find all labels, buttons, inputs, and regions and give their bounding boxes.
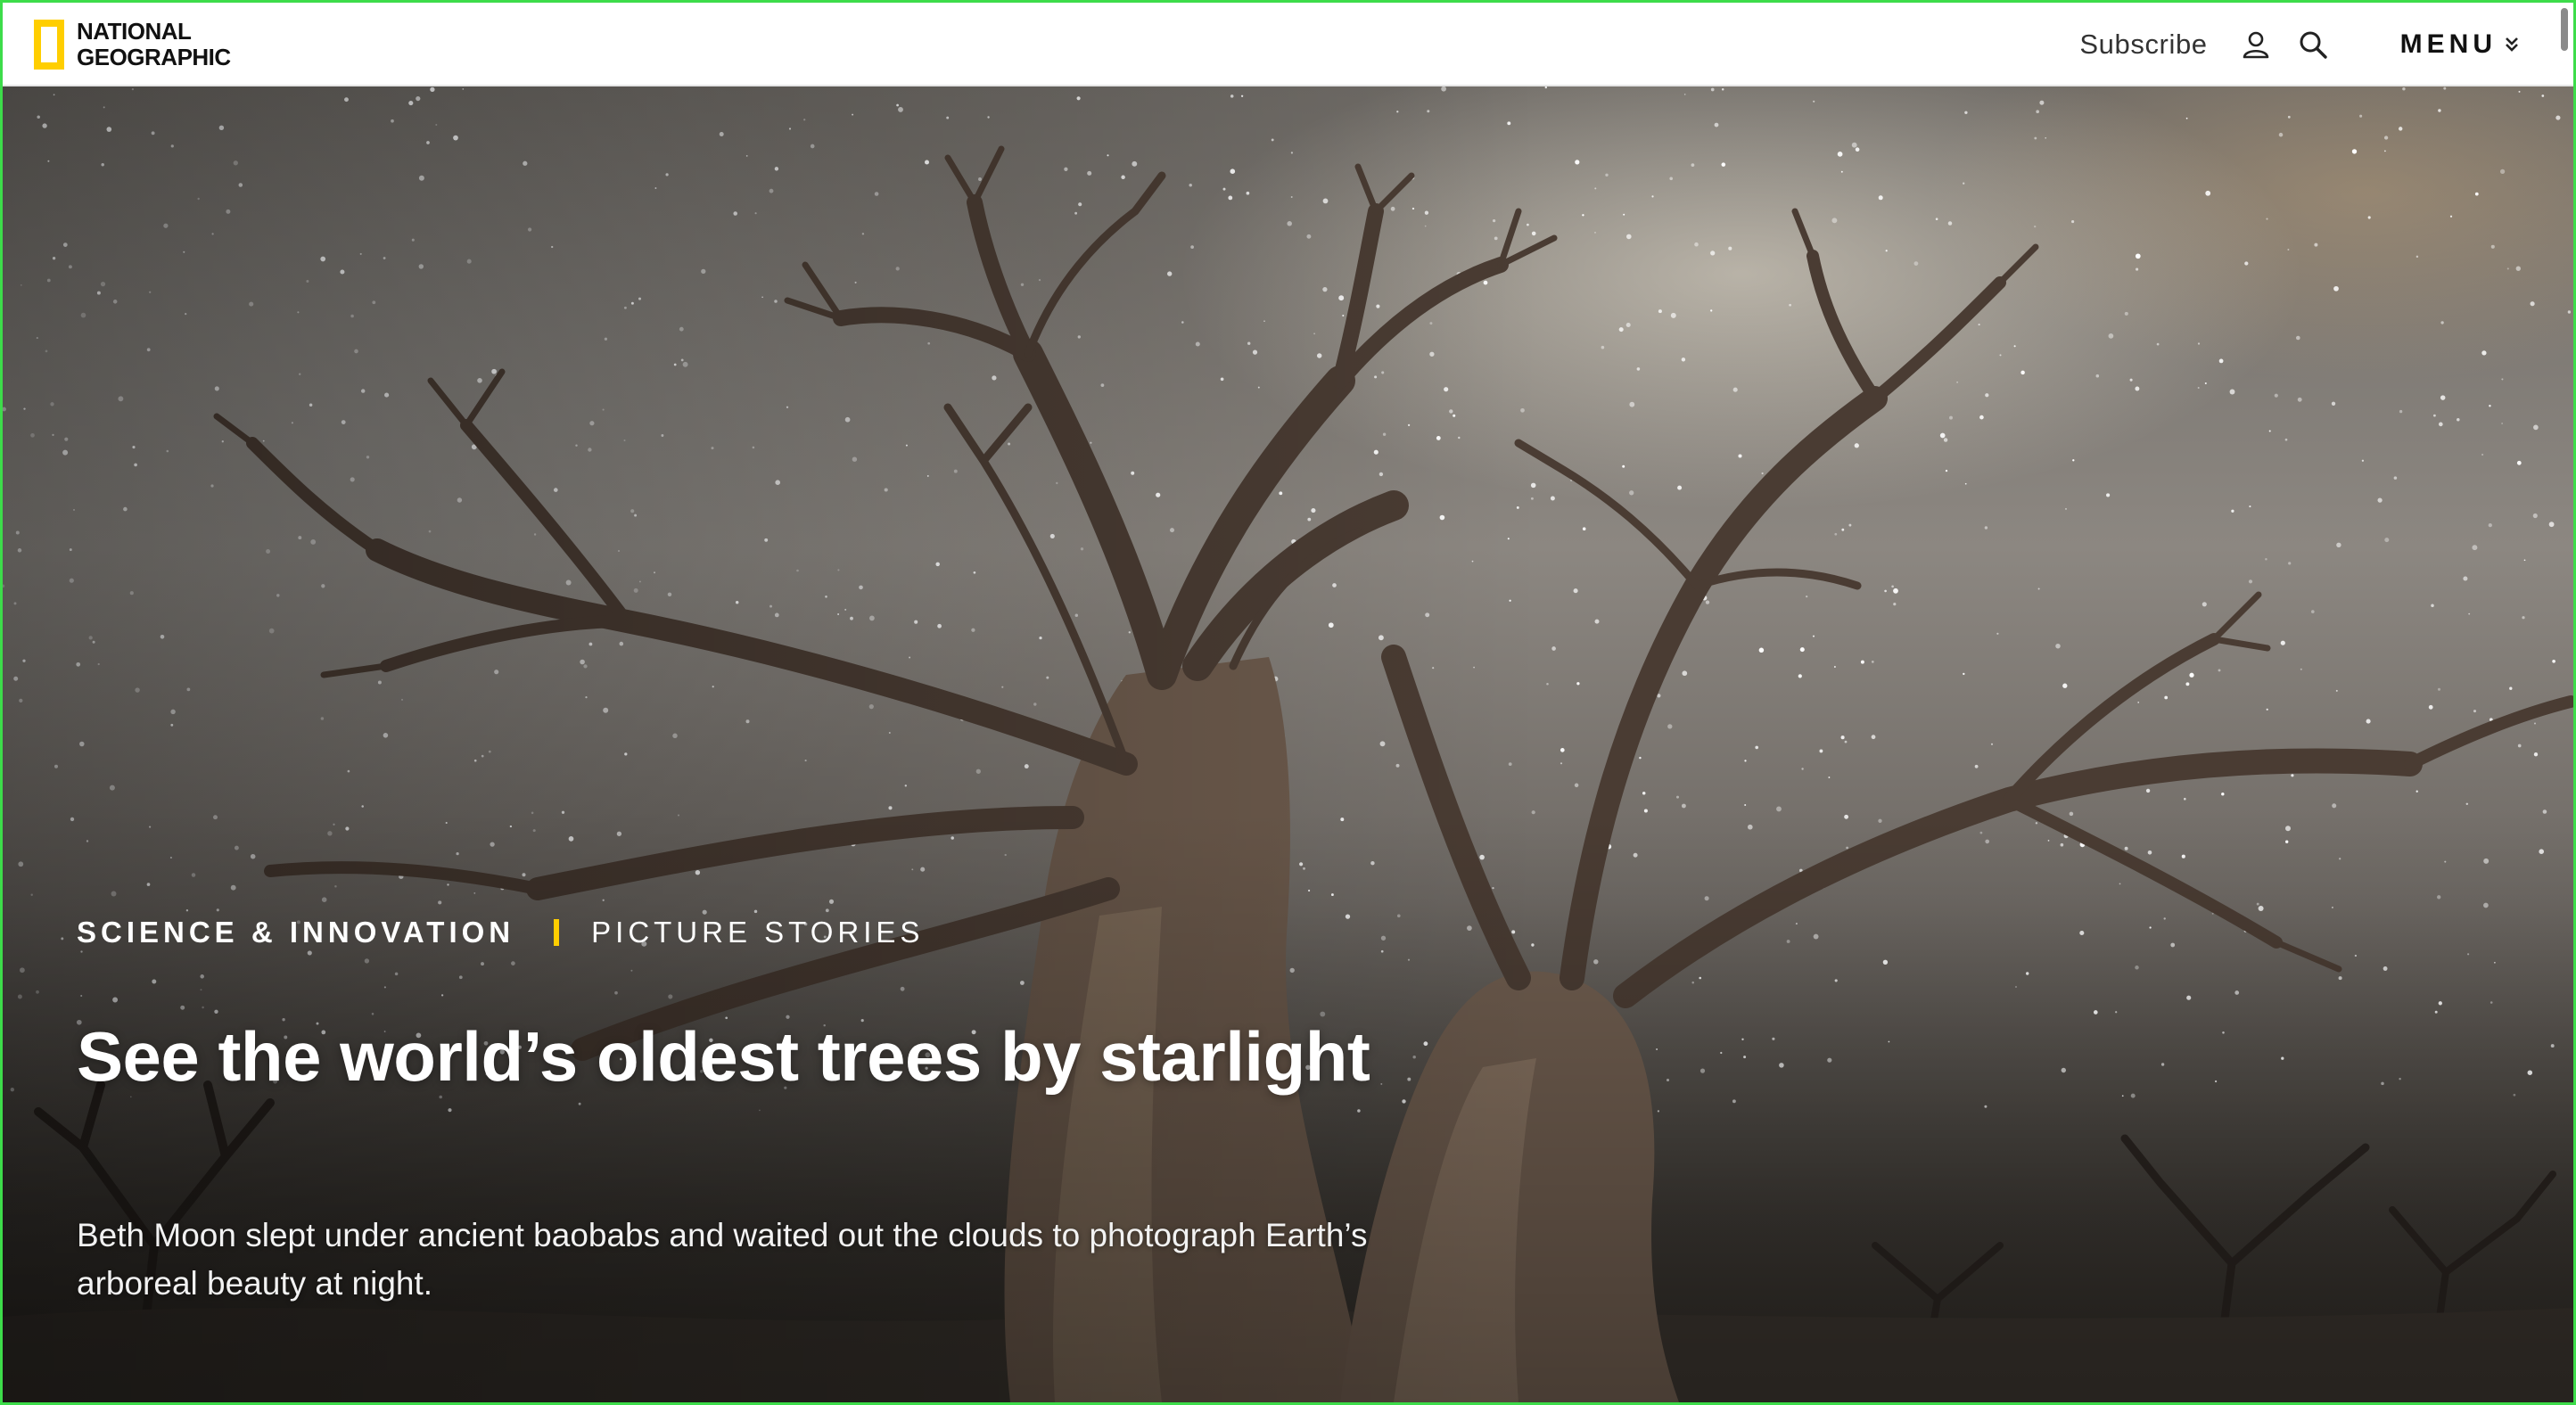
scrollbar-thumb[interactable] [2561, 8, 2568, 51]
search-icon [2300, 31, 2327, 59]
starfield [3, 86, 2572, 1113]
chevron-down-icon [2504, 35, 2520, 54]
hero-section: SCIENCE & INNOVATION PICTURE STORIES See… [3, 86, 2573, 1402]
menu-label: MENU [2399, 29, 2497, 59]
tree-branches [213, 145, 2573, 1061]
account-button[interactable] [2236, 25, 2276, 64]
article-headline[interactable]: See the world’s oldest trees by starligh… [77, 1014, 1370, 1099]
logo-wordmark: NATIONAL GEOGRAPHIC [77, 19, 231, 70]
article-kicker: SCIENCE & INNOVATION PICTURE STORIES [77, 916, 924, 949]
series-link[interactable]: PICTURE STORIES [591, 916, 924, 949]
site-header: NATIONAL GEOGRAPHIC Subscribe MENU [3, 3, 2573, 86]
hero-image [3, 86, 2573, 1402]
menu-button[interactable]: MENU [2400, 29, 2520, 60]
user-icon [2243, 31, 2268, 59]
subscribe-link[interactable]: Subscribe [2079, 29, 2207, 61]
kicker-divider [554, 919, 560, 946]
header-nav: Subscribe MENU [2079, 3, 2520, 86]
natgeo-logo[interactable]: NATIONAL GEOGRAPHIC [34, 14, 231, 75]
category-link[interactable]: SCIENCE & INNOVATION [77, 916, 514, 949]
logo-line-2: GEOGRAPHIC [77, 44, 231, 70]
article-dek: Beth Moon slept under ancient baobabs an… [77, 1217, 1368, 1302]
logo-line-1: NATIONAL [77, 18, 192, 45]
search-button[interactable] [2293, 25, 2333, 64]
yellow-border-logo-icon [34, 20, 64, 70]
